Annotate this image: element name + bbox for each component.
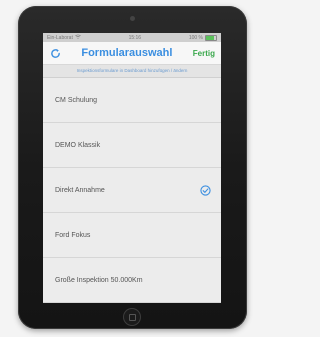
list-item[interactable]: Große Inspektion 50.000Km <box>43 258 221 303</box>
form-list: CM Schulung DEMO Klassik Direkt Annahme <box>43 78 221 303</box>
status-bar: Ein-Laborat 15:16 100 % <box>43 33 221 42</box>
list-item-label: Direkt Annahme <box>55 186 105 194</box>
battery-label: 100 % <box>188 34 203 41</box>
page-title: Formularauswahl <box>81 47 173 59</box>
home-button[interactable] <box>123 308 141 326</box>
list-item-label: DEMO Klassik <box>55 141 101 149</box>
camera-icon <box>130 16 135 21</box>
status-time: 15:16 <box>128 34 142 41</box>
carrier-label: Ein-Laborat <box>47 34 73 41</box>
status-left: Ein-Laborat <box>47 34 81 41</box>
nav-bar: Formularauswahl Fertig <box>43 42 221 65</box>
list-item-selected[interactable]: Direkt Annahme <box>43 168 221 213</box>
list-item-label: CM Schulung <box>55 96 98 104</box>
list-item-label: Große Inspektion 50.000Km <box>55 276 143 284</box>
list-item[interactable]: CM Schulung <box>43 78 221 123</box>
done-button[interactable]: Fertig <box>193 49 215 58</box>
wifi-icon <box>75 34 81 41</box>
battery-icon <box>205 34 217 41</box>
list-item[interactable]: DEMO Klassik <box>43 123 221 168</box>
app-screen: Ein-Laborat 15:16 100 % Formularauswahl … <box>43 33 221 303</box>
subtitle-hint: Inspektionsformulare in Dashboard hinzuf… <box>43 65 221 78</box>
scene: Ein-Laborat 15:16 100 % Formularauswahl … <box>0 0 265 337</box>
list-item-label: Ford Fokus <box>55 231 91 239</box>
checkmark-icon <box>200 184 211 196</box>
list-item[interactable]: Ford Fokus <box>43 213 221 258</box>
refresh-icon[interactable] <box>49 47 61 59</box>
tablet-device: Ein-Laborat 15:16 100 % Formularauswahl … <box>18 6 247 329</box>
status-right: 100 % <box>188 34 217 41</box>
